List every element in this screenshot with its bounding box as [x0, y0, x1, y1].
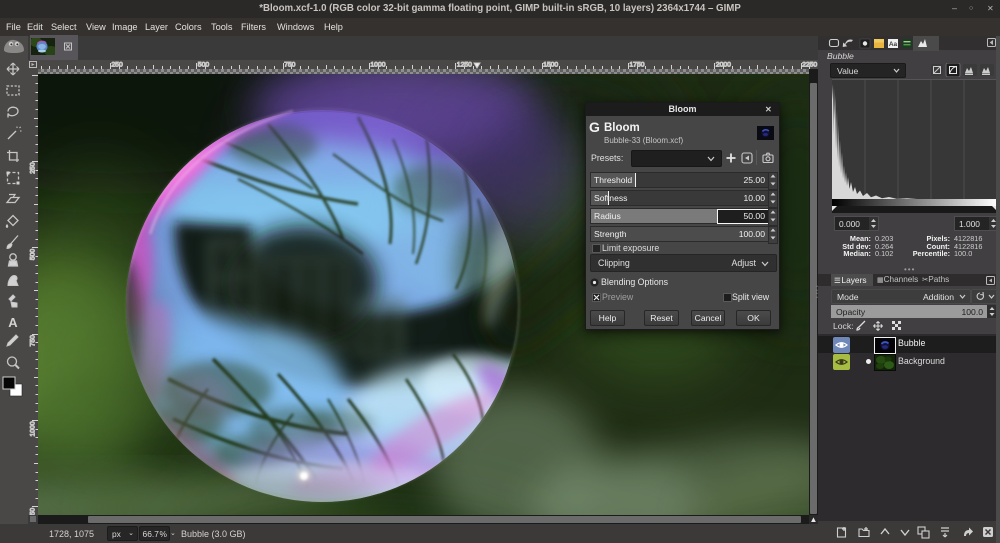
- svg-text:1250: 1250: [457, 62, 472, 69]
- svg-text:2000: 2000: [716, 62, 731, 69]
- svg-text:1500: 1500: [543, 62, 558, 69]
- svg-text:1750: 1750: [629, 62, 644, 69]
- svg-text:2250: 2250: [802, 62, 817, 69]
- svg-text:250: 250: [30, 162, 37, 174]
- svg-text:1250: 1250: [30, 508, 37, 515]
- svg-text:A: A: [8, 315, 18, 330]
- svg-text:1000: 1000: [370, 62, 385, 69]
- svg-text:250: 250: [111, 62, 123, 69]
- svg-text:500: 500: [198, 62, 210, 69]
- svg-text:500: 500: [30, 249, 37, 261]
- svg-text:750: 750: [284, 62, 296, 69]
- svg-text:Aa: Aa: [889, 41, 898, 48]
- svg-text:750: 750: [30, 335, 37, 347]
- svg-text:1000: 1000: [30, 421, 37, 436]
